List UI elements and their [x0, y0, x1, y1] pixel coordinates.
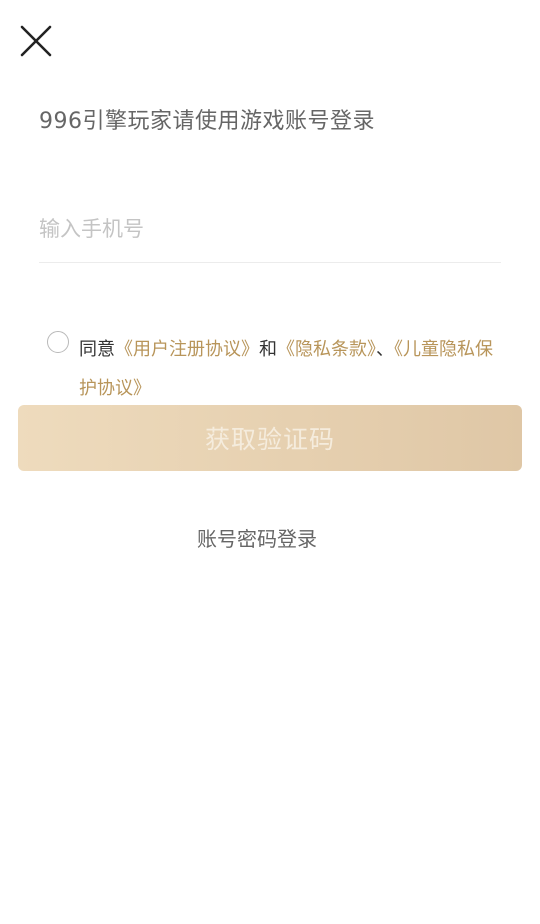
privacy-terms-link[interactable]: 《隐私条款》: [277, 339, 376, 360]
phone-input[interactable]: [39, 205, 501, 253]
get-code-button[interactable]: 获取验证码: [18, 405, 522, 471]
close-button[interactable]: [16, 20, 56, 60]
login-hint: 996引擎玩家请使用游戏账号登录: [39, 109, 375, 134]
agreement-and: 和: [259, 339, 277, 360]
password-login-link[interactable]: 账号密码登录: [0, 523, 514, 552]
agreement-text: 同意《用户注册协议》和《隐私条款》、《儿童隐私保护协议》: [79, 330, 504, 408]
phone-field: [39, 205, 501, 263]
close-icon: [20, 25, 52, 57]
agreement-radio[interactable]: [47, 331, 69, 353]
agreement-separator: 、: [376, 339, 394, 360]
agreement-prefix: 同意: [79, 339, 115, 360]
user-agreement-link[interactable]: 《用户注册协议》: [115, 339, 259, 360]
